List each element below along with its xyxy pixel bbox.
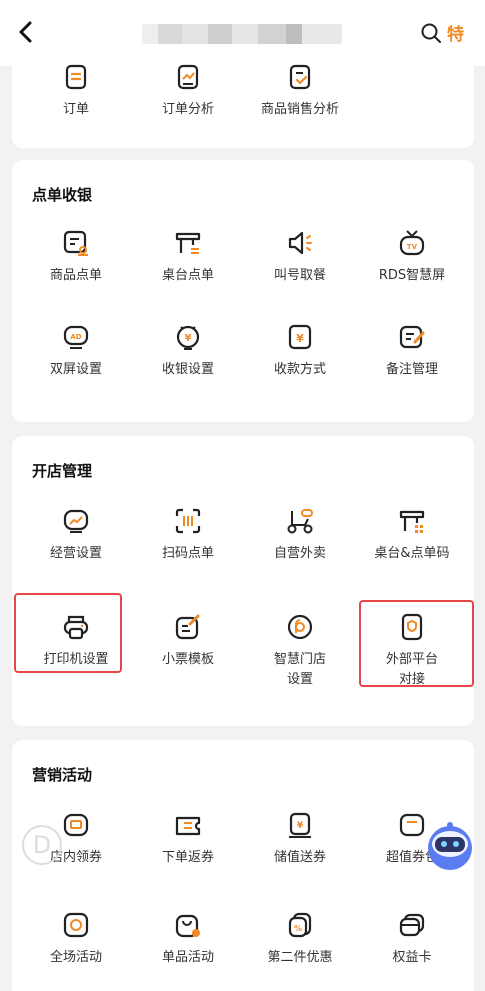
speaker-icon [288, 231, 312, 255]
grid-item-note-management[interactable]: 备注管理 [356, 322, 468, 380]
svg-text:TV: TV [407, 243, 418, 251]
orders-card: 订单 订单分析 商品销售分析 [12, 56, 474, 148]
grid-item-receipt-template[interactable]: 小票模板 [132, 612, 244, 670]
benefit-card-icon [399, 913, 425, 937]
grid-item-sales-analysis[interactable]: 商品销售分析 [244, 62, 356, 120]
item-label: 权益卡 [392, 950, 432, 965]
grid-item-cashier-settings[interactable]: ¥ 收银设置 [132, 322, 244, 380]
smart-store-icon [287, 614, 313, 640]
cashier-icon: ¥ [176, 325, 200, 350]
chevron-left-icon[interactable] [14, 18, 38, 46]
grid-item-benefit-card[interactable]: 权益卡 [356, 910, 468, 968]
grid-item-payment-method[interactable]: ¥ 收款方式 [244, 322, 356, 380]
svg-text:¥: ¥ [296, 332, 304, 345]
item-label: 备注管理 [385, 362, 438, 377]
grid-item-return-coupon[interactable]: 下单返券 [132, 810, 244, 868]
item-label: 智慧门店设置 [274, 652, 327, 687]
section-title: 开店管理 [32, 462, 93, 480]
grid-item-orders[interactable]: 订单 [20, 62, 132, 120]
section-title: 营销活动 [32, 766, 93, 784]
list-icon [65, 64, 87, 90]
item-activity-icon [175, 914, 200, 938]
product-order-icon [63, 230, 88, 256]
item-label: 订单分析 [161, 102, 214, 117]
svg-text:¥: ¥ [185, 333, 192, 344]
ad-screen-icon: AD [63, 325, 89, 349]
grid-item-item-activity[interactable]: 单品活动 [132, 910, 244, 968]
coupon-icon [63, 813, 89, 837]
grid-item-call-number[interactable]: 叫号取餐 [244, 228, 356, 286]
svg-text:¥: ¥ [297, 821, 304, 831]
store-activity-icon [63, 912, 89, 938]
item-label: 收款方式 [273, 362, 326, 377]
grid-item-scan-order[interactable]: 扫码点单 [132, 506, 244, 564]
grid-item-table-order[interactable]: 桌台点单 [132, 228, 244, 286]
grid-item-order-analysis[interactable]: 订单分析 [132, 62, 244, 120]
section-title: 点单收银 [32, 186, 93, 204]
item-label: 第二件优惠 [267, 950, 333, 965]
item-label: 自营外卖 [273, 546, 326, 561]
svg-text:%: % [294, 924, 302, 933]
item-label: 经营设置 [49, 546, 102, 561]
second-discount-icon: % [288, 912, 312, 938]
grid-item-store-activity[interactable]: 全场活动 [20, 910, 132, 968]
item-label: 收银设置 [161, 362, 214, 377]
special-label[interactable]: 特 [447, 20, 464, 45]
grid-item-business-settings[interactable]: 经营设置 [20, 506, 132, 564]
item-label: 下单返券 [161, 850, 214, 865]
item-label: 订单 [62, 102, 89, 117]
item-label: RDS智慧屏 [378, 268, 446, 283]
scooter-icon [287, 509, 313, 534]
note-edit-icon [399, 325, 425, 349]
table-order-icon [175, 232, 201, 254]
item-label: 扫码点单 [161, 546, 214, 561]
item-label: 储值送券 [273, 850, 326, 865]
item-label: 全场活动 [49, 950, 102, 965]
item-label: 商品点单 [49, 268, 102, 283]
item-label: 桌台&点单码 [374, 546, 450, 561]
grid-item-stored-value-coupon[interactable]: ¥ 储值送券 [244, 810, 356, 868]
yen-icon: ¥ [288, 324, 312, 350]
section-marketing: 营销活动 店内领券 下单返券 ¥ 储值送券 超值券包 全场活动 单品活动 % 第… [12, 740, 474, 991]
grid-item-self-delivery[interactable]: 自营外卖 [244, 506, 356, 564]
item-label: 叫号取餐 [273, 268, 326, 283]
printer-highlight-box [14, 593, 122, 673]
assistant-robot-icon[interactable] [422, 818, 478, 874]
grid-item-table-qr[interactable]: 桌台&点单码 [356, 506, 468, 564]
external-platform-highlight-box [359, 600, 474, 687]
item-label: 单品活动 [161, 950, 214, 965]
table-qr-icon [399, 510, 425, 533]
tv-icon: TV [399, 230, 425, 256]
analytics-icon [177, 64, 199, 90]
grid-item-second-discount[interactable]: % 第二件优惠 [244, 910, 356, 968]
scan-icon [175, 508, 201, 534]
grid-item-dual-screen[interactable]: AD 双屏设置 [20, 322, 132, 380]
chart-monitor-icon [63, 509, 89, 533]
item-label: 商品销售分析 [260, 102, 339, 117]
grid-item-smart-store[interactable]: 智慧门店设置 [244, 612, 356, 690]
return-coupon-icon [175, 816, 201, 836]
search-icon[interactable] [420, 22, 442, 44]
page-title-blurred [142, 24, 342, 44]
item-label: 双屏设置 [49, 362, 102, 377]
item-label: 桌台点单 [161, 268, 214, 283]
section-ordering-cashier: 点单收银 商品点单 桌台点单 叫号取餐 TV RDS智慧屏 AD 双屏设置 ¥ … [12, 160, 474, 422]
receipt-template-icon [175, 614, 200, 640]
svg-text:AD: AD [70, 333, 81, 341]
grid-item-product-order[interactable]: 商品点单 [20, 228, 132, 286]
stored-value-icon: ¥ [289, 812, 311, 838]
item-label: 小票模板 [161, 652, 214, 667]
sales-icon [289, 64, 311, 90]
grid-item-rds-screen[interactable]: TV RDS智慧屏 [356, 228, 468, 286]
watermark-logo: D [22, 825, 62, 865]
